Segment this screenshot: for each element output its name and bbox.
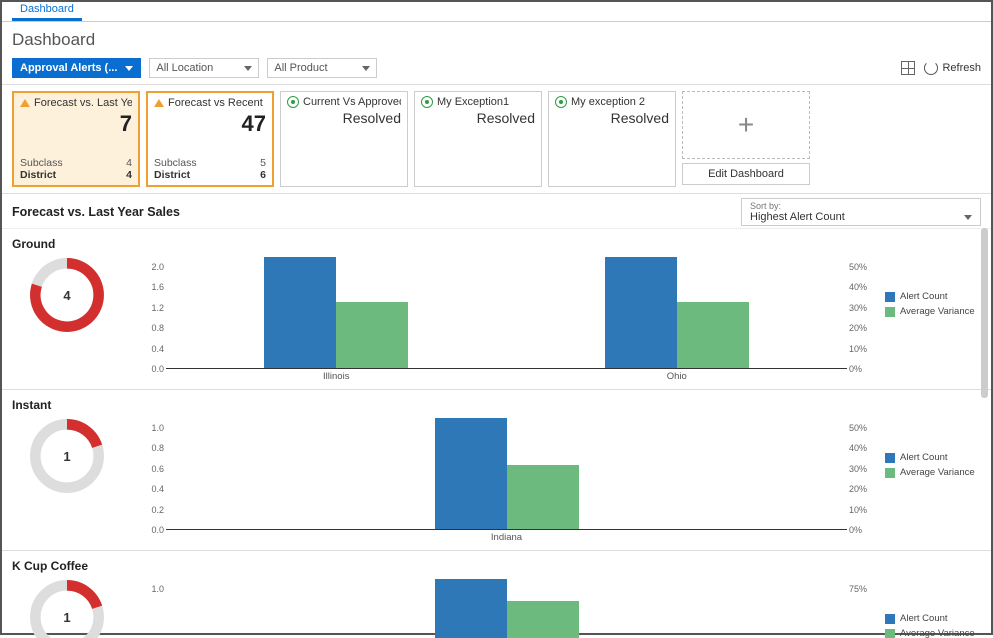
alert-card[interactable]: Forecast vs. Last Year... 7 Subclass4Distr… (12, 91, 140, 187)
card-count: 47 (154, 111, 266, 137)
bar-chart: 1.075%Alert CountAverage Variance (136, 579, 981, 638)
donut-chart: 1 (29, 418, 105, 494)
page-title: Dashboard (2, 22, 991, 56)
card-header: Current Vs Approved (287, 96, 401, 108)
sort-by-value: Highest Alert Count (750, 211, 845, 223)
refresh-label: Refresh (942, 62, 981, 74)
chart-legend: Alert CountAverage Variance (885, 613, 981, 638)
card-status: Resolved (421, 110, 535, 126)
section-header: Forecast vs. Last Year Sales Sort by: Hi… (2, 193, 991, 228)
location-select[interactable]: All Location (149, 58, 259, 78)
add-card-button[interactable]: + (682, 91, 810, 159)
chart-legend: Alert CountAverage Variance (885, 291, 981, 321)
tab-dashboard[interactable]: Dashboard (12, 1, 82, 21)
chart-panel: Instant 1 1.00.80.60.40.20.050%40%30%20%10… (2, 390, 991, 551)
card-footer: Subclass5District6 (154, 157, 266, 181)
location-value: All Location (156, 62, 213, 74)
product-value: All Product (274, 62, 327, 74)
tab-bar: Dashboard (2, 2, 991, 22)
chevron-down-icon (244, 66, 252, 71)
card-title: Forecast vs Recent S... (168, 97, 266, 109)
sort-by-label: Sort by: (750, 201, 972, 211)
scrollbar-thumb[interactable] (981, 228, 988, 398)
card-header: My Exception1 (421, 96, 535, 108)
target-icon (555, 96, 567, 108)
chart-scroll-area[interactable]: Ground 4 2.01.61.20.80.40.050%40%30%20%10%… (2, 228, 991, 638)
alert-card[interactable]: Current Vs Approved Resolved (280, 91, 408, 187)
target-icon (421, 96, 433, 108)
donut-chart: 4 (29, 257, 105, 333)
cards-row: Forecast vs. Last Year... 7 Subclass4Distr… (2, 85, 991, 193)
card-title: Current Vs Approved (303, 96, 401, 108)
card-header: My exception 2 (555, 96, 669, 108)
refresh-icon (924, 61, 938, 75)
alert-type-dropdown[interactable]: Approval Alerts (... (12, 58, 141, 78)
chart-panel: Ground 4 2.01.61.20.80.40.050%40%30%20%10%… (2, 229, 991, 390)
warning-icon (154, 99, 164, 107)
chevron-down-icon (362, 66, 370, 71)
card-header: Forecast vs. Last Year... (20, 97, 132, 109)
grid-view-icon[interactable] (900, 60, 916, 76)
refresh-button[interactable]: Refresh (924, 61, 981, 75)
card-count: 7 (20, 111, 132, 137)
product-select[interactable]: All Product (267, 58, 377, 78)
warning-icon (20, 99, 30, 107)
section-title: Forecast vs. Last Year Sales (12, 205, 180, 219)
card-header: Forecast vs Recent S... (154, 97, 266, 109)
panel-title: Ground (12, 237, 981, 251)
card-status: Resolved (555, 110, 669, 126)
filter-row: Approval Alerts (... All Location All Pr… (2, 56, 991, 85)
alert-card[interactable]: My exception 2 Resolved (548, 91, 676, 187)
card-title: My Exception1 (437, 96, 509, 108)
sort-by-select[interactable]: Sort by: Highest Alert Count (741, 198, 981, 226)
card-footer: Subclass4District4 (20, 157, 132, 181)
target-icon (287, 96, 299, 108)
card-title: My exception 2 (571, 96, 645, 108)
panel-title: Instant (12, 398, 981, 412)
panel-title: K Cup Coffee (12, 559, 981, 573)
chart-panel: K Cup Coffee 1 1.075%Alert CountAverage Va… (2, 551, 991, 638)
alert-type-label: Approval Alerts (... (20, 62, 117, 74)
card-status: Resolved (287, 110, 401, 126)
alert-card[interactable]: Forecast vs Recent S... 47 Subclass5Distri… (146, 91, 274, 187)
chart-legend: Alert CountAverage Variance (885, 452, 981, 482)
donut-chart: 1 (29, 579, 105, 638)
card-title: Forecast vs. Last Year... (34, 97, 132, 109)
chevron-down-icon (964, 215, 972, 220)
bar-chart: 2.01.61.20.80.40.050%40%30%20%10%0%Illin… (136, 257, 981, 387)
alert-card[interactable]: My Exception1 Resolved (414, 91, 542, 187)
chevron-down-icon (125, 66, 133, 71)
edit-dashboard-button[interactable]: Edit Dashboard (682, 163, 810, 185)
bar-chart: 1.00.80.60.40.20.050%40%30%20%10%0%India… (136, 418, 981, 548)
